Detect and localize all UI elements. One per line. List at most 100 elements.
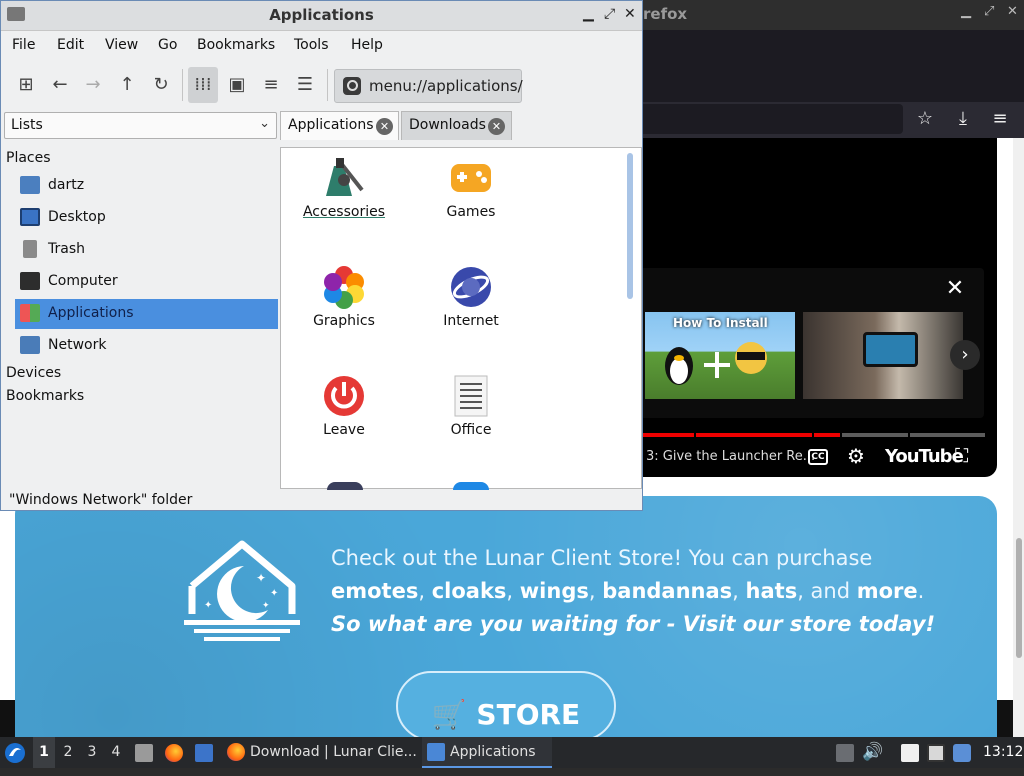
minimize-icon[interactable]: ▁ <box>583 6 594 22</box>
menu-help[interactable]: Help <box>351 37 383 53</box>
menu-bookmarks[interactable]: Bookmarks <box>197 37 275 53</box>
side-pane-mode-select[interactable]: Lists ⌄ <box>4 112 277 139</box>
reload-icon[interactable]: ↻ <box>146 67 176 103</box>
trash-icon <box>23 240 37 258</box>
up-arrow-icon[interactable]: ↑ <box>112 67 142 103</box>
menu-file[interactable]: File <box>12 37 35 53</box>
store-button[interactable]: 🛒 STORE <box>396 671 616 741</box>
close-endscreen-icon[interactable]: ✕ <box>940 276 970 304</box>
place-item-home[interactable]: dartz <box>15 171 278 201</box>
chapter-marker <box>908 433 910 437</box>
workspace-1[interactable]: 1 <box>33 737 55 768</box>
close-tab-icon[interactable]: ✕ <box>488 118 505 135</box>
back-arrow-icon[interactable]: ← <box>45 67 75 103</box>
firefox-launcher-icon[interactable] <box>165 744 183 762</box>
place-item-network[interactable]: Network <box>15 331 278 361</box>
suggested-video-thumbnail-2[interactable] <box>803 312 963 399</box>
network-status-icon[interactable] <box>927 744 945 762</box>
side-pane-mode-value: Lists <box>11 117 43 133</box>
workspace-2[interactable]: 2 <box>57 737 79 768</box>
chapter-marker <box>840 433 842 437</box>
clock[interactable]: 13:12 <box>983 737 1023 768</box>
menu-edit[interactable]: Edit <box>57 37 84 53</box>
page-edge <box>997 700 1013 738</box>
update-notifier-icon[interactable] <box>953 744 971 762</box>
suggested-video-thumbnail[interactable]: How To Install <box>645 312 795 399</box>
menu-tools[interactable]: Tools <box>294 37 329 53</box>
window-titlebar[interactable]: Applications ▁ ⤢ ✕ <box>1 1 642 31</box>
app-folder-leave[interactable]: Leave <box>284 368 404 468</box>
taskbar-window-label: Applications <box>450 744 536 760</box>
file-manager-launcher-icon[interactable] <box>135 744 153 762</box>
status-bar: "Windows Network" folder <box>9 492 193 508</box>
video-chapter-title[interactable]: 3: Give the Launcher Re... <box>646 449 815 464</box>
settings-gear-icon[interactable]: ⚙ <box>847 444 865 468</box>
separator: , <box>506 579 520 603</box>
volume-icon[interactable]: 🔊 <box>862 737 883 768</box>
page-scrollbar[interactable] <box>1013 138 1024 738</box>
place-label: Network <box>48 337 107 353</box>
url-bar[interactable] <box>643 104 903 134</box>
lubuntu-logo-icon <box>5 743 25 763</box>
bookmarks-header[interactable]: Bookmarks <box>6 388 84 404</box>
maximize-icon[interactable]: ⤢ <box>604 6 615 22</box>
app-folder-office[interactable]: Office <box>411 368 531 468</box>
app-folder-internet[interactable]: Internet <box>411 259 531 359</box>
close-icon[interactable]: ✕ <box>1007 4 1018 19</box>
folder-view-scrollbar[interactable] <box>627 153 633 299</box>
place-item-applications[interactable]: Applications <box>15 299 278 329</box>
fullscreen-icon[interactable]: ⛶ <box>955 445 968 467</box>
app-folder-label: Leave <box>323 422 365 438</box>
places-header[interactable]: Places <box>6 150 51 166</box>
devices-header[interactable]: Devices <box>6 365 61 381</box>
search-icon[interactable] <box>343 77 361 95</box>
tray-up-arrow-icon[interactable] <box>836 744 854 762</box>
tab-applications[interactable]: Applications ✕ <box>280 111 399 140</box>
accessories-icon <box>326 158 364 196</box>
svg-text:✦: ✦ <box>204 600 212 611</box>
clipboard-icon[interactable] <box>901 744 919 762</box>
scrollbar-thumb[interactable] <box>1016 538 1022 658</box>
place-item-trash[interactable]: Trash <box>15 235 278 265</box>
firefox-titlebar[interactable]: refox ▁ ⤢ ✕ <box>643 0 1024 30</box>
app-folder-graphics[interactable]: Graphics <box>284 259 404 359</box>
downloads-icon[interactable]: ⤓ <box>947 104 979 134</box>
office-icon <box>454 375 488 417</box>
next-suggestion-icon[interactable]: › <box>950 340 980 370</box>
app-folder-games[interactable]: Games <box>411 150 531 250</box>
store-button-label: STORE <box>476 698 581 731</box>
lunar-client-logo: ✦✦✦✦ <box>184 540 300 641</box>
video-progress-bar[interactable] <box>640 433 985 437</box>
bookmark-star-icon[interactable]: ☆ <box>909 104 941 134</box>
icon-view-icon[interactable]: ⁞⁞⁞ <box>188 67 218 103</box>
forward-arrow-icon[interactable]: → <box>78 67 108 103</box>
start-menu-button[interactable] <box>4 737 28 768</box>
close-icon[interactable]: ✕ <box>624 6 636 22</box>
menu-go[interactable]: Go <box>158 37 177 53</box>
menu-view[interactable]: View <box>105 37 138 53</box>
hamburger-menu-icon[interactable]: ≡ <box>984 104 1016 134</box>
close-tab-icon[interactable]: ✕ <box>376 118 393 135</box>
place-label: Desktop <box>48 209 106 225</box>
workspace-3[interactable]: 3 <box>81 737 103 768</box>
youtube-logo[interactable]: YouTube <box>885 446 964 467</box>
taskbar-window-applications[interactable]: Applications <box>422 737 552 768</box>
new-tab-icon[interactable]: ⊞ <box>11 67 41 103</box>
workspace-4[interactable]: 4 <box>105 737 127 768</box>
store-item-wings: wings <box>519 579 589 603</box>
compact-view-icon[interactable]: ≡ <box>256 67 286 103</box>
detailed-list-view-icon[interactable]: ☰ <box>290 67 320 103</box>
place-item-computer[interactable]: Computer <box>15 267 278 297</box>
app-folder-accessories[interactable]: Accessories <box>284 150 404 250</box>
taskbar-window-firefox[interactable]: Download | Lunar Clie... <box>222 737 418 768</box>
location-bar[interactable]: menu://applications/ <box>334 69 523 103</box>
maximize-icon[interactable]: ⤢ <box>984 4 994 19</box>
show-desktop-icon[interactable] <box>195 744 213 762</box>
tab-downloads[interactable]: Downloads ✕ <box>401 111 512 140</box>
partial-app-icon <box>453 482 489 490</box>
location-path[interactable]: menu://applications/ <box>369 77 523 95</box>
thumbnail-view-icon[interactable]: ▣ <box>222 67 252 103</box>
minimize-icon[interactable]: ▁ <box>961 4 971 19</box>
captions-button[interactable]: CC <box>808 449 828 465</box>
place-item-desktop[interactable]: Desktop <box>15 203 278 233</box>
